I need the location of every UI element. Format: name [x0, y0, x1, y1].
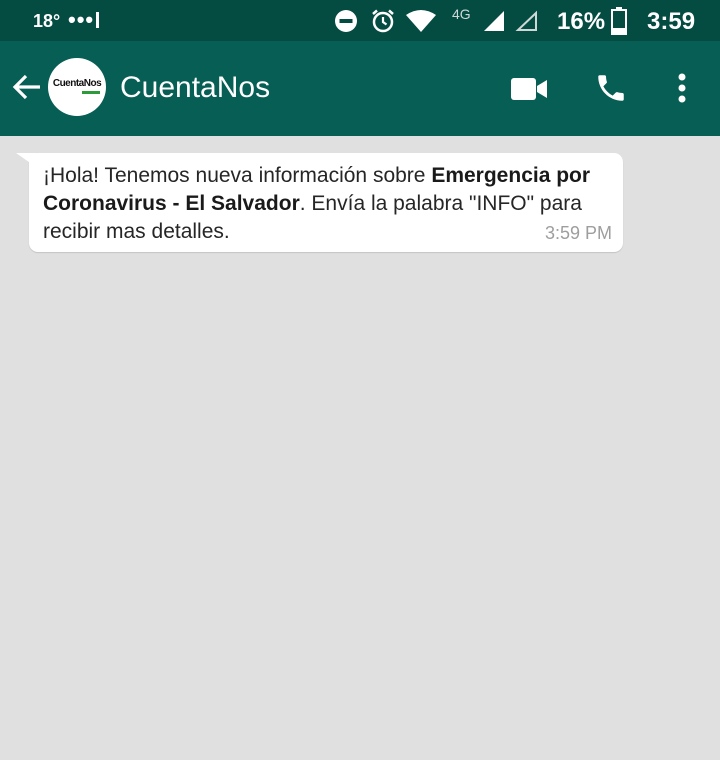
- message-tail: [16, 153, 36, 167]
- notification-separator: [96, 12, 99, 28]
- clock: 3:59: [647, 8, 696, 35]
- avatar-logo-accent: [82, 91, 100, 94]
- battery-icon: [611, 7, 627, 35]
- message-text: ¡Hola! Tenemos nueva información sobre E…: [43, 162, 613, 246]
- alarm-icon: [372, 9, 394, 33]
- notification-dots: •••: [68, 7, 95, 32]
- video-call-icon[interactable]: [511, 77, 548, 101]
- signal-empty-icon: [515, 10, 537, 31]
- message-text-prefix: ¡Hola! Tenemos nueva información sobre: [43, 164, 432, 187]
- message-bubble[interactable]: ¡Hola! Tenemos nueva información sobre E…: [29, 153, 623, 252]
- phone-icon[interactable]: [594, 71, 628, 105]
- temperature: 18°: [33, 11, 61, 31]
- more-vert-icon[interactable]: [676, 73, 688, 105]
- contact-name[interactable]: CuentaNos: [120, 71, 270, 105]
- status-bar: 18° ••• 4G 16% 3:59: [0, 0, 720, 41]
- do-not-disturb-icon: [335, 10, 357, 32]
- signal-icon: [484, 11, 504, 31]
- avatar-logo-text: CuentaNos: [52, 78, 102, 89]
- arrow-left-icon[interactable]: [11, 71, 43, 103]
- wifi-icon: [406, 10, 436, 32]
- battery-percent: 16%: [557, 8, 606, 35]
- message-timestamp: 3:59 PM: [544, 223, 612, 243]
- chat-header: CuentaNos CuentaNos: [0, 41, 720, 136]
- network-type: 4G: [452, 6, 471, 22]
- chat-area[interactable]: ¡Hola! Tenemos nueva información sobre E…: [0, 136, 720, 760]
- avatar[interactable]: CuentaNos: [48, 58, 106, 116]
